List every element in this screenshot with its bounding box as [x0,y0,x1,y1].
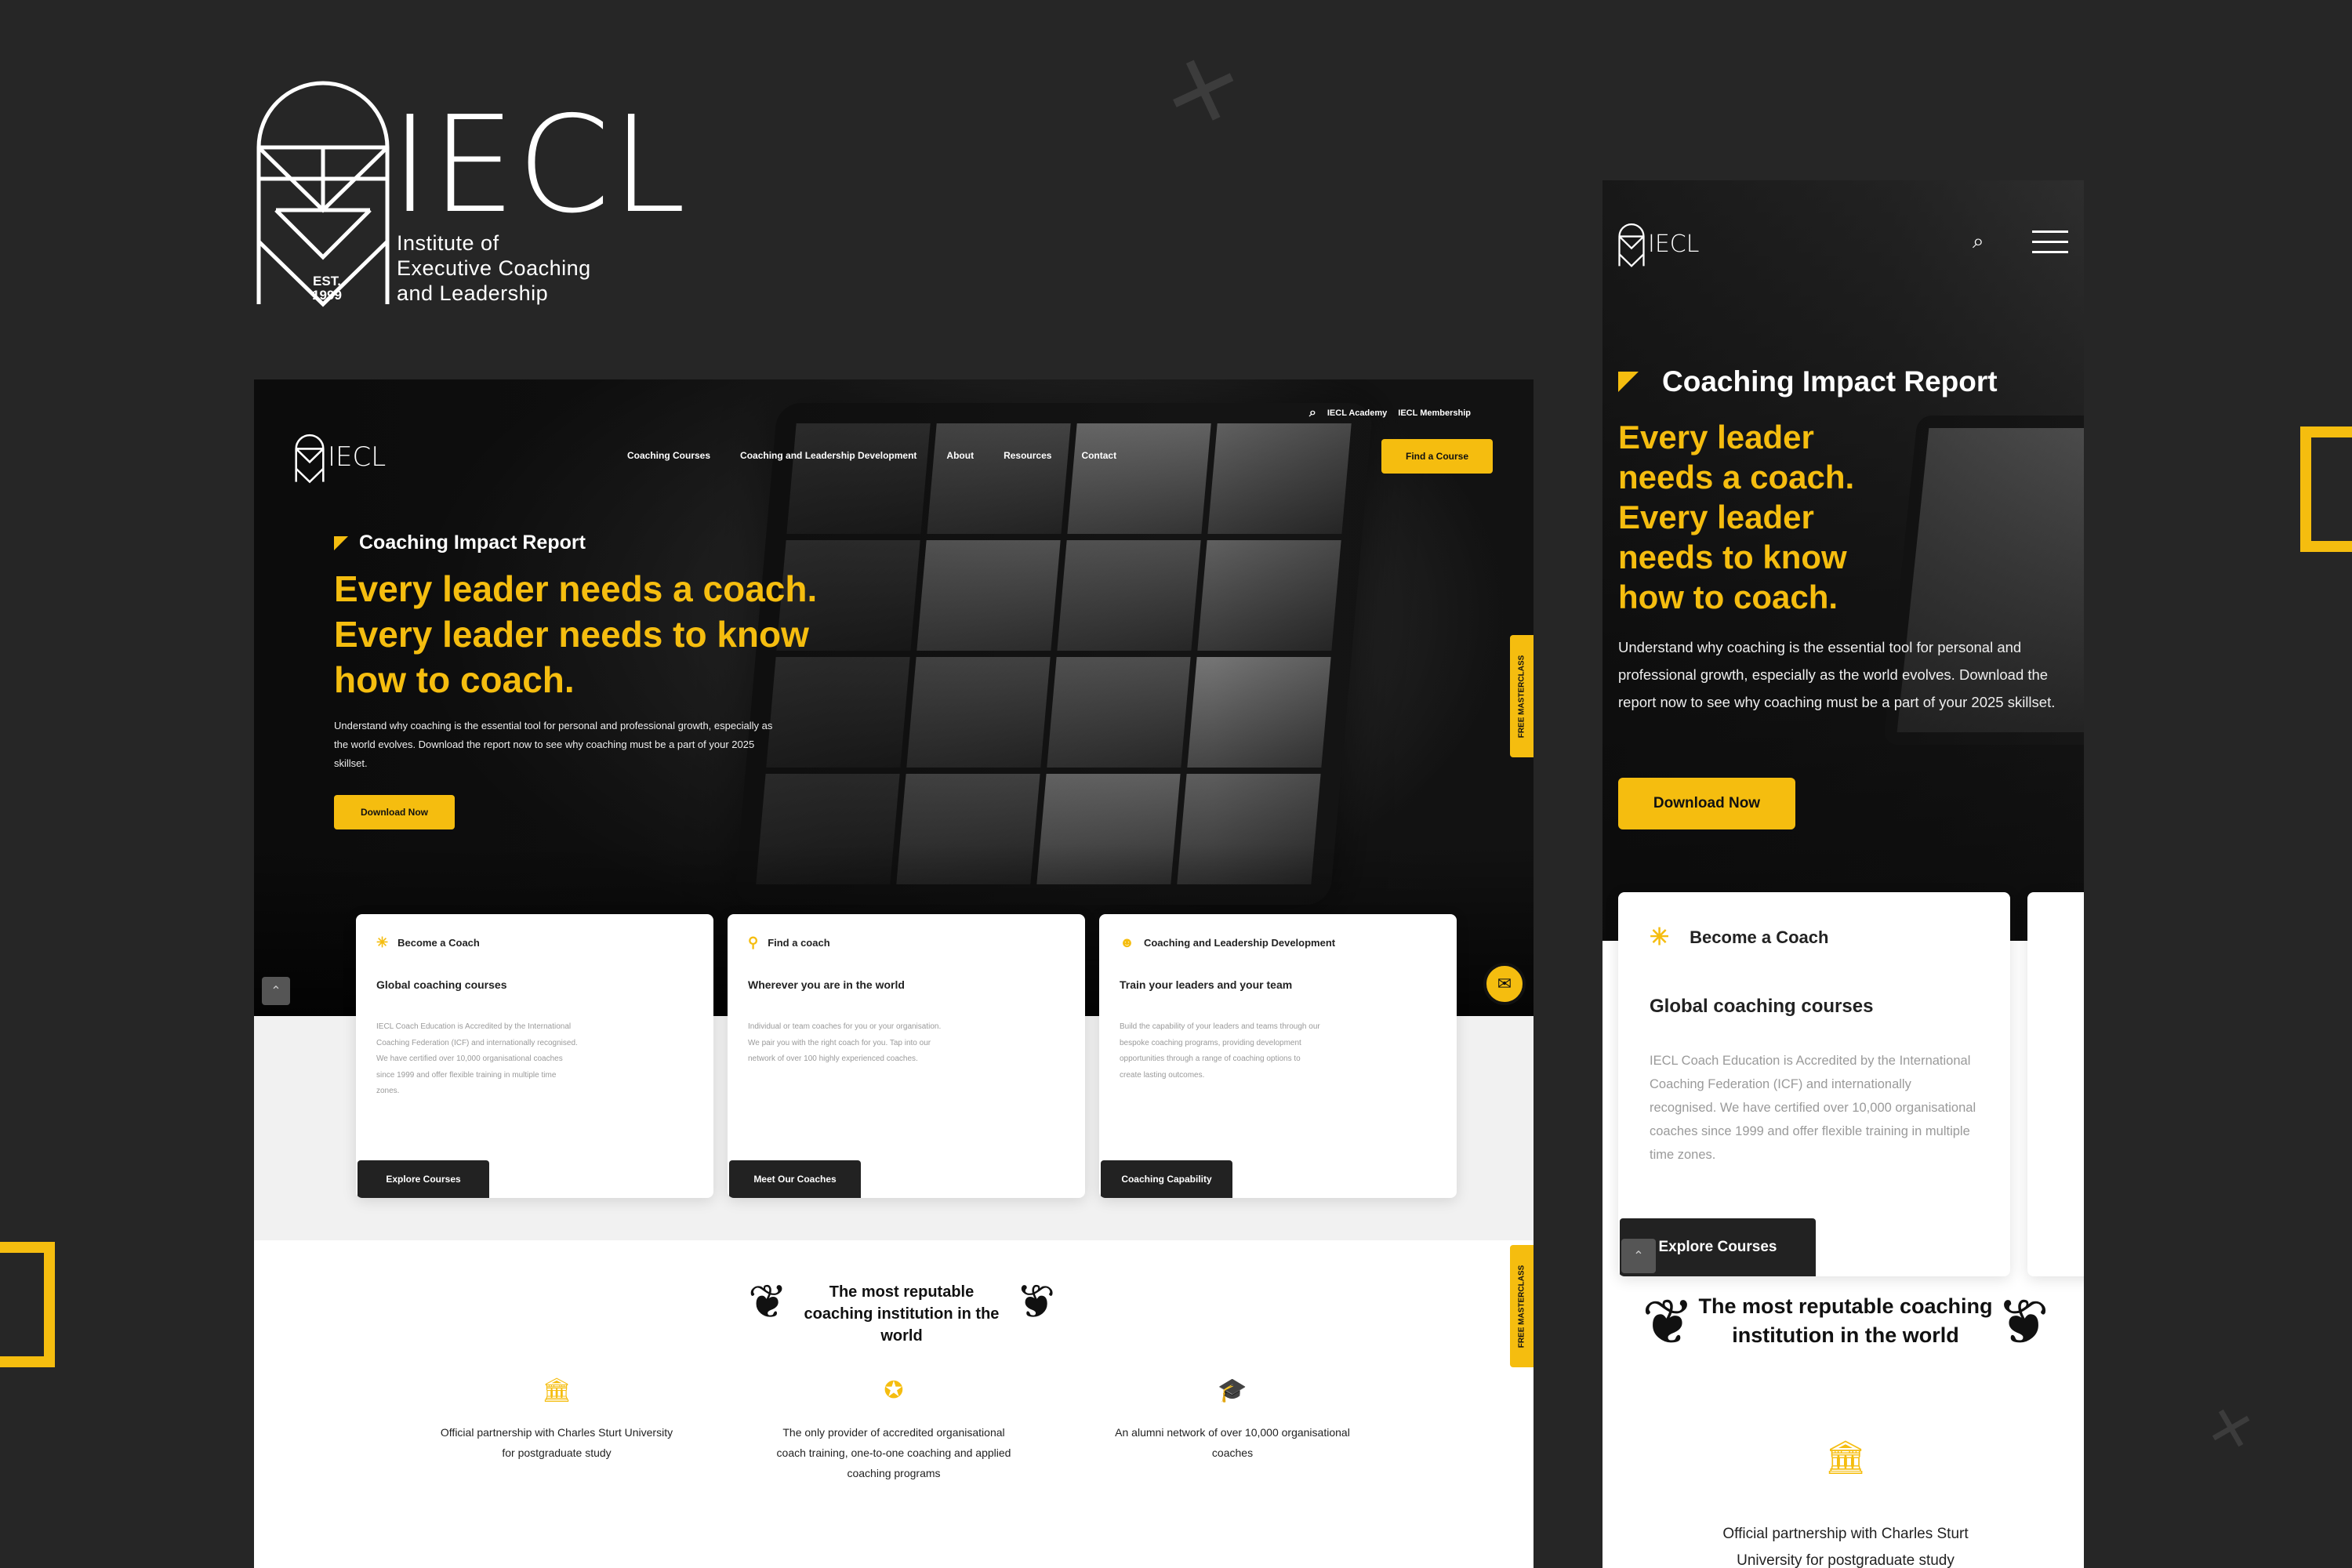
mobile-feature-partnership: 🏛 Official partnership with Charles Stur… [1650,1438,2042,1568]
location-pin-icon: ⚲ [748,935,759,950]
link-iecl-membership[interactable]: IECL Membership [1398,408,1471,418]
site-logo-wordmark: IECL [328,441,387,473]
desktop-mockup: ⌕ IECL Academy IECL Membership IECL Coac… [254,379,1534,1568]
reputation-text: The most reputable coaching institution … [1698,1294,1993,1347]
decorative-cross: ✕ [2200,1392,2262,1467]
card-label: Coaching and Leadership Development [1143,937,1336,949]
mobile-logo-wordmark: IECL [1648,230,1700,258]
card-text: Individual or team coaches for you or yo… [748,1022,942,1063]
coaching-capability-button[interactable]: Coaching Capability [1101,1160,1232,1198]
decorative-cross: ✕ [1151,32,1254,151]
brand-subtitle: Institute of Executive Coaching and Lead… [397,231,591,305]
decorative-bracket [2300,426,2352,552]
award-icon: ✪ [884,1377,904,1403]
laurel-left-icon: ❦ [748,1275,788,1330]
card-title: Train your leaders and your team [1120,978,1293,991]
main-nav: Coaching Courses Coaching and Leadership… [627,450,1116,461]
card-leadership-development: ☻ Coaching and Leadership Development Tra… [1099,914,1457,1198]
nav-contact[interactable]: Contact [1081,450,1116,461]
mobile-mockup: IECL ⌕ Coaching Impact Report Every lead… [1602,180,2084,1568]
explore-courses-button[interactable]: Explore Courses [358,1160,489,1198]
mobile-reputation-badge: ❦ The most reputable coaching institutio… [1642,1286,2049,1359]
download-now-button[interactable]: Download Now [334,795,455,829]
feature-alumni: 🎓 An alumni network of over 10,000 organ… [1115,1377,1350,1463]
coach-icon: ✳ [1650,924,1670,950]
hero-headline: Every leader needs a coach. Every leader… [334,568,818,700]
iecl-emblem-icon [1618,223,1645,267]
card-become-coach: ✳ Become a Coach Global coaching courses … [356,914,713,1198]
institution-icon: 🏛 [1824,1439,1867,1475]
coach-icon: ✳ [376,935,389,950]
free-masterclass-tab[interactable]: FREE MASTERCLASS [1510,635,1534,757]
card-find-coach: ⚲ Find a coach Wherever you are in the wo… [728,914,1085,1198]
laurel-right-icon: ❦ [1996,1286,2049,1359]
card-title: Wherever you are in the world [748,978,905,991]
brand-established: EST. 1999 [312,274,342,303]
mobile-hero-section: IECL ⌕ Coaching Impact Report Every lead… [1602,180,2084,941]
card-label: Become a Coach [397,937,480,949]
meet-our-coaches-button[interactable]: Meet Our Coaches [729,1160,861,1198]
card-text: IECL Coach Education is Accredited by th… [376,1022,578,1095]
find-course-button[interactable]: Find a Course [1381,439,1493,474]
feature-text: Official partnership with Charles Sturt … [440,1426,673,1459]
card-title: Global coaching courses [376,978,507,991]
hamburger-menu-icon[interactable] [2032,230,2068,261]
chevron-up-icon: ⌃ [1633,1250,1644,1263]
mobile-hero-body: Understand why coaching is the essential… [1618,639,2056,710]
mobile-card-next-peek [2027,892,2084,1276]
feature-text: An alumni network of over 10,000 organis… [1115,1426,1350,1459]
chat-button[interactable]: ✉ [1483,963,1526,1005]
mobile-site-logo[interactable]: IECL [1618,220,1699,268]
card-text: Build the capability of your leaders and… [1120,1022,1320,1080]
chat-icon: ✉ [1497,974,1512,993]
scroll-up-button[interactable]: ⌃ [1621,1239,1656,1273]
site-logo[interactable]: IECL [295,430,386,485]
mobile-download-now-button[interactable]: Download Now [1618,778,1795,829]
link-iecl-academy[interactable]: IECL Academy [1327,408,1387,418]
team-icon: ☻ [1120,935,1134,950]
mobile-card-become-coach: ✳ Become a Coach Global coaching courses … [1618,892,2010,1276]
brand-logo: EST. 1999 IECL Institute of Executive Coa… [252,61,686,312]
free-masterclass-tab[interactable]: FREE MASTERCLASS [1510,1245,1534,1367]
nav-about[interactable]: About [946,450,974,461]
iecl-emblem-icon [295,434,325,484]
search-icon[interactable]: ⌕ [1973,229,1984,254]
card-text: IECL Coach Education is Accredited by th… [1650,1054,1976,1162]
feature-text: The only provider of accredited organisa… [776,1426,1011,1479]
feature-partnership: 🏛 Official partnership with Charles Stur… [439,1377,674,1463]
hero-body: Understand why coaching is the essential… [334,720,773,769]
top-utility-links: ⌕ IECL Academy IECL Membership [1309,406,1471,420]
mobile-hero-kicker: Coaching Impact Report [1618,365,1998,398]
institution-icon: 🏛 [541,1377,572,1403]
graduation-cap-icon: 🎓 [1218,1377,1247,1403]
nav-resources[interactable]: Resources [1004,450,1051,461]
card-label: Find a coach [768,937,830,949]
flag-icon [1618,372,1639,392]
chevron-up-icon: ⌃ [270,985,281,998]
laurel-right-icon: ❦ [1015,1275,1055,1330]
mobile-hero-headline: Every leader needs a coach. Every leader… [1618,419,1855,615]
laurel-left-icon: ❦ [1642,1286,1695,1359]
brand-wordmark: IECL [390,88,688,243]
reputation-text: The most reputable coaching institution … [804,1283,1000,1345]
decorative-bracket [0,1242,55,1367]
feature-text: Official partnership with Charles Sturt … [1722,1526,1969,1568]
flag-icon [334,535,348,550]
reputation-badge: ❦ The most reputable coaching institutio… [748,1275,1055,1347]
feature-accredited: ✪ The only provider of accredited organi… [776,1377,1011,1483]
nav-coaching-leadership-development[interactable]: Coaching and Leadership Development [740,450,916,461]
card-title: Global coaching courses [1650,996,1874,1017]
scroll-up-button[interactable]: ⌃ [262,977,290,1005]
search-icon[interactable]: ⌕ [1309,406,1316,420]
nav-coaching-courses[interactable]: Coaching Courses [627,450,710,461]
card-label: Become a Coach [1690,927,1829,947]
hero-kicker: Coaching Impact Report [334,532,586,554]
